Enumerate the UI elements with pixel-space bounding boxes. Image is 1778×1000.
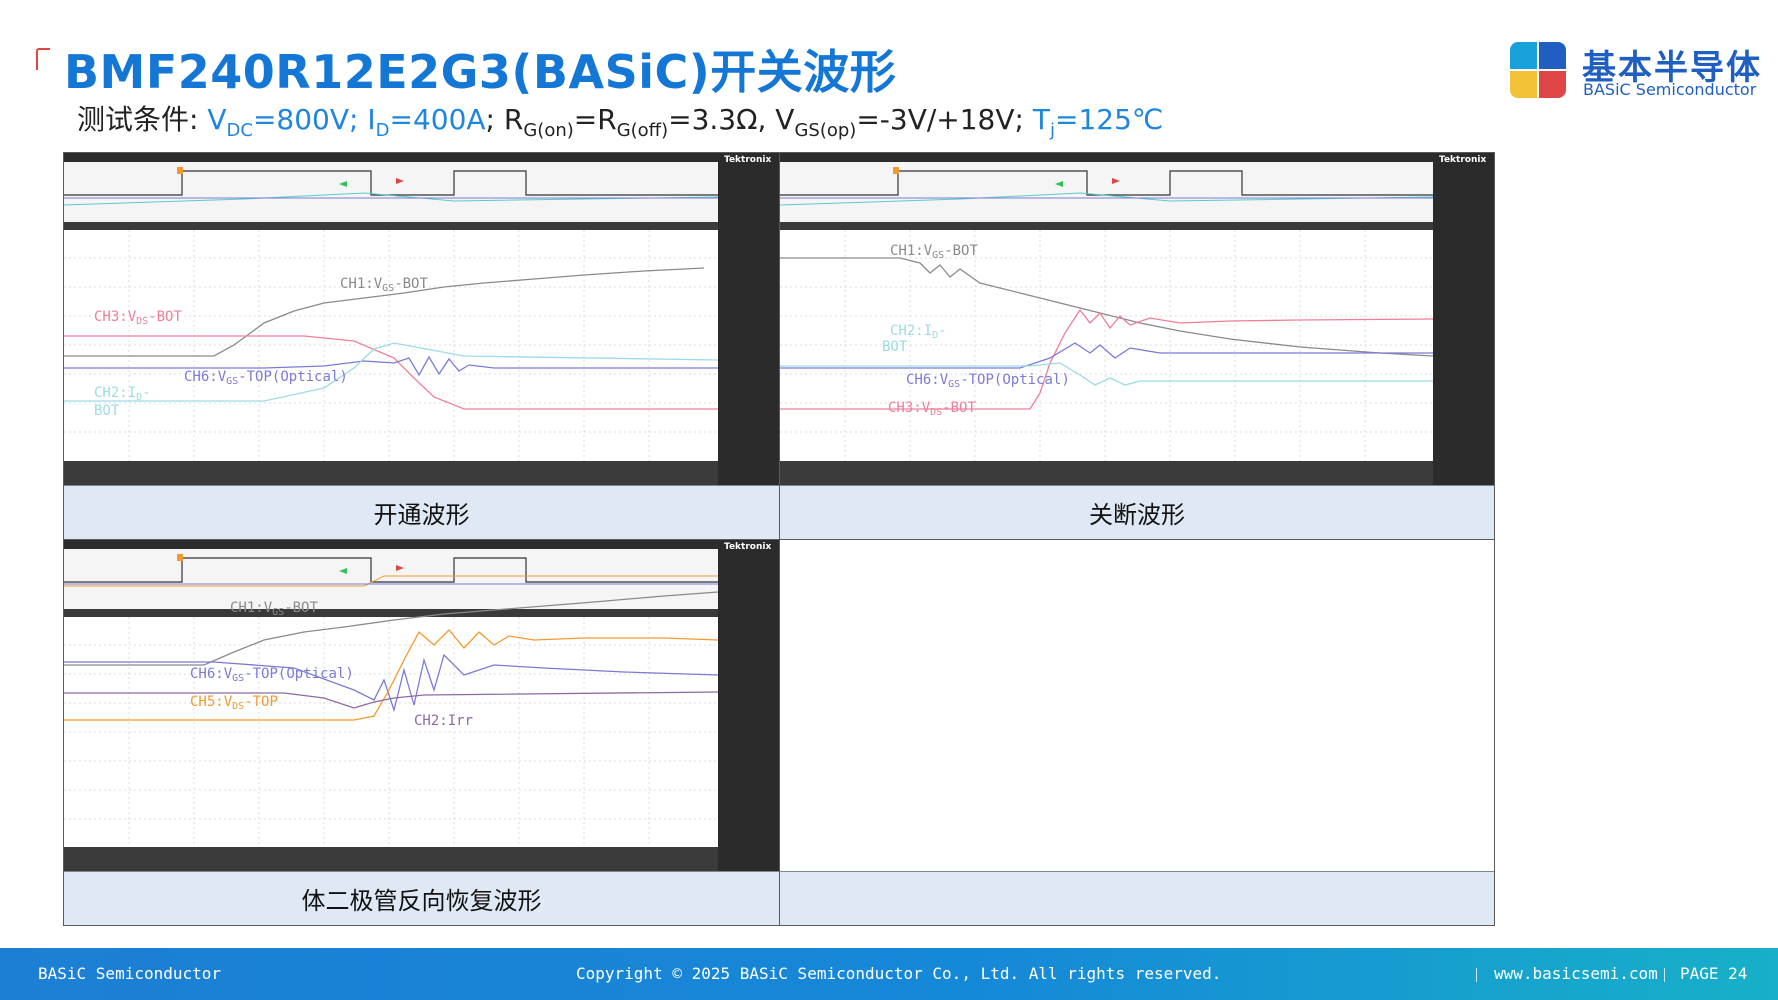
- slide: BMF240R12E2G3(BASiC)开关波形 测试条件: VDC=800V;…: [0, 0, 1778, 1000]
- footer-website[interactable]: www.basicsemi.com: [1494, 964, 1658, 983]
- turn-off-panel: Tektronix CH1:VGS-BOT CH2:ID- BOT CH6:VG…: [779, 152, 1495, 540]
- page-title: BMF240R12E2G3(BASiC)开关波形: [64, 45, 897, 99]
- footer-bar: BASiC Semiconductor Copyright © 2025 BAS…: [0, 948, 1778, 1000]
- title-marker-icon: [36, 48, 50, 70]
- logo-en-text: BASiC Semiconductor: [1583, 80, 1757, 99]
- turn-on-ch2-label: CH2:ID- BOT: [94, 385, 151, 419]
- tj-condition: Tj=125℃: [1032, 103, 1164, 141]
- reverse-recovery-ch6-label: CH6:VGS-TOP(Optical): [190, 666, 354, 684]
- reverse-recovery-ch1-label: CH1:VGS-BOT: [230, 600, 318, 618]
- turn-on-ch6-label: CH6:VGS-TOP(Optical): [184, 369, 348, 387]
- turn-on-ch1-label: CH1:VGS-BOT: [340, 276, 428, 294]
- turn-off-caption: 关断波形: [780, 485, 1494, 539]
- footer-separator: [1664, 968, 1665, 982]
- turn-on-caption: 开通波形: [64, 485, 779, 539]
- reverse-recovery-caption: 体二极管反向恢复波形: [64, 871, 779, 925]
- turn-on-panel: Tektronix CH1:VGS-BOT CH3:VDS-BOT CH6:VG…: [63, 152, 780, 540]
- empty-caption: [780, 871, 1494, 925]
- vdc-condition: VDC=800V; ID=400A: [207, 103, 486, 141]
- turn-off-ch6-label: CH6:VGS-TOP(Optical): [906, 372, 1070, 390]
- reverse-recovery-ch2-label: CH2:Irr: [414, 713, 474, 729]
- reverse-recovery-waveforms: [64, 554, 719, 847]
- company-logo: 基本半导体 BASiC Semiconductor: [1510, 42, 1760, 100]
- reverse-recovery-scope-screenshot: Tektronix CH1:VGS-BOT CH6:VGS-TOP(Optica…: [64, 540, 779, 871]
- turn-off-ch2-label-bot: BOT: [882, 339, 908, 355]
- reverse-recovery-panel: Tektronix CH1:VGS-BOT CH6:VGS-TOP(Optica…: [63, 539, 780, 926]
- footer-company: BASiC Semiconductor: [38, 964, 222, 983]
- turn-off-ch1-label: CH1:VGS-BOT: [890, 243, 978, 261]
- turn-on-scope-screenshot: Tektronix CH1:VGS-BOT CH3:VDS-BOT CH6:VG…: [64, 153, 779, 485]
- turn-off-waveforms: [780, 167, 1434, 461]
- logo-mark-icon: [1510, 42, 1566, 98]
- turn-on-ch3-label: CH3:VDS-BOT: [94, 309, 182, 327]
- footer-separator: [1476, 968, 1477, 982]
- turn-off-ch3-label: CH3:VDS-BOT: [888, 400, 976, 418]
- reverse-recovery-ch5-label: CH5:VDS-TOP: [190, 694, 278, 712]
- conditions-prefix: 测试条件:: [77, 103, 208, 136]
- footer-copyright: Copyright © 2025 BASiC Semiconductor Co.…: [576, 964, 1222, 983]
- empty-panel: [779, 539, 1495, 926]
- turn-off-scope-screenshot: Tektronix CH1:VGS-BOT CH2:ID- BOT CH6:VG…: [780, 153, 1494, 485]
- footer-page-number: PAGE 24: [1680, 964, 1748, 983]
- test-conditions: 测试条件: VDC=800V; ID=400A; RG(on)=RG(off)=…: [77, 98, 1163, 141]
- rg-condition: ; RG(on)=RG(off)=3.3Ω, VGS(op)=-3V/+18V;: [485, 103, 1033, 141]
